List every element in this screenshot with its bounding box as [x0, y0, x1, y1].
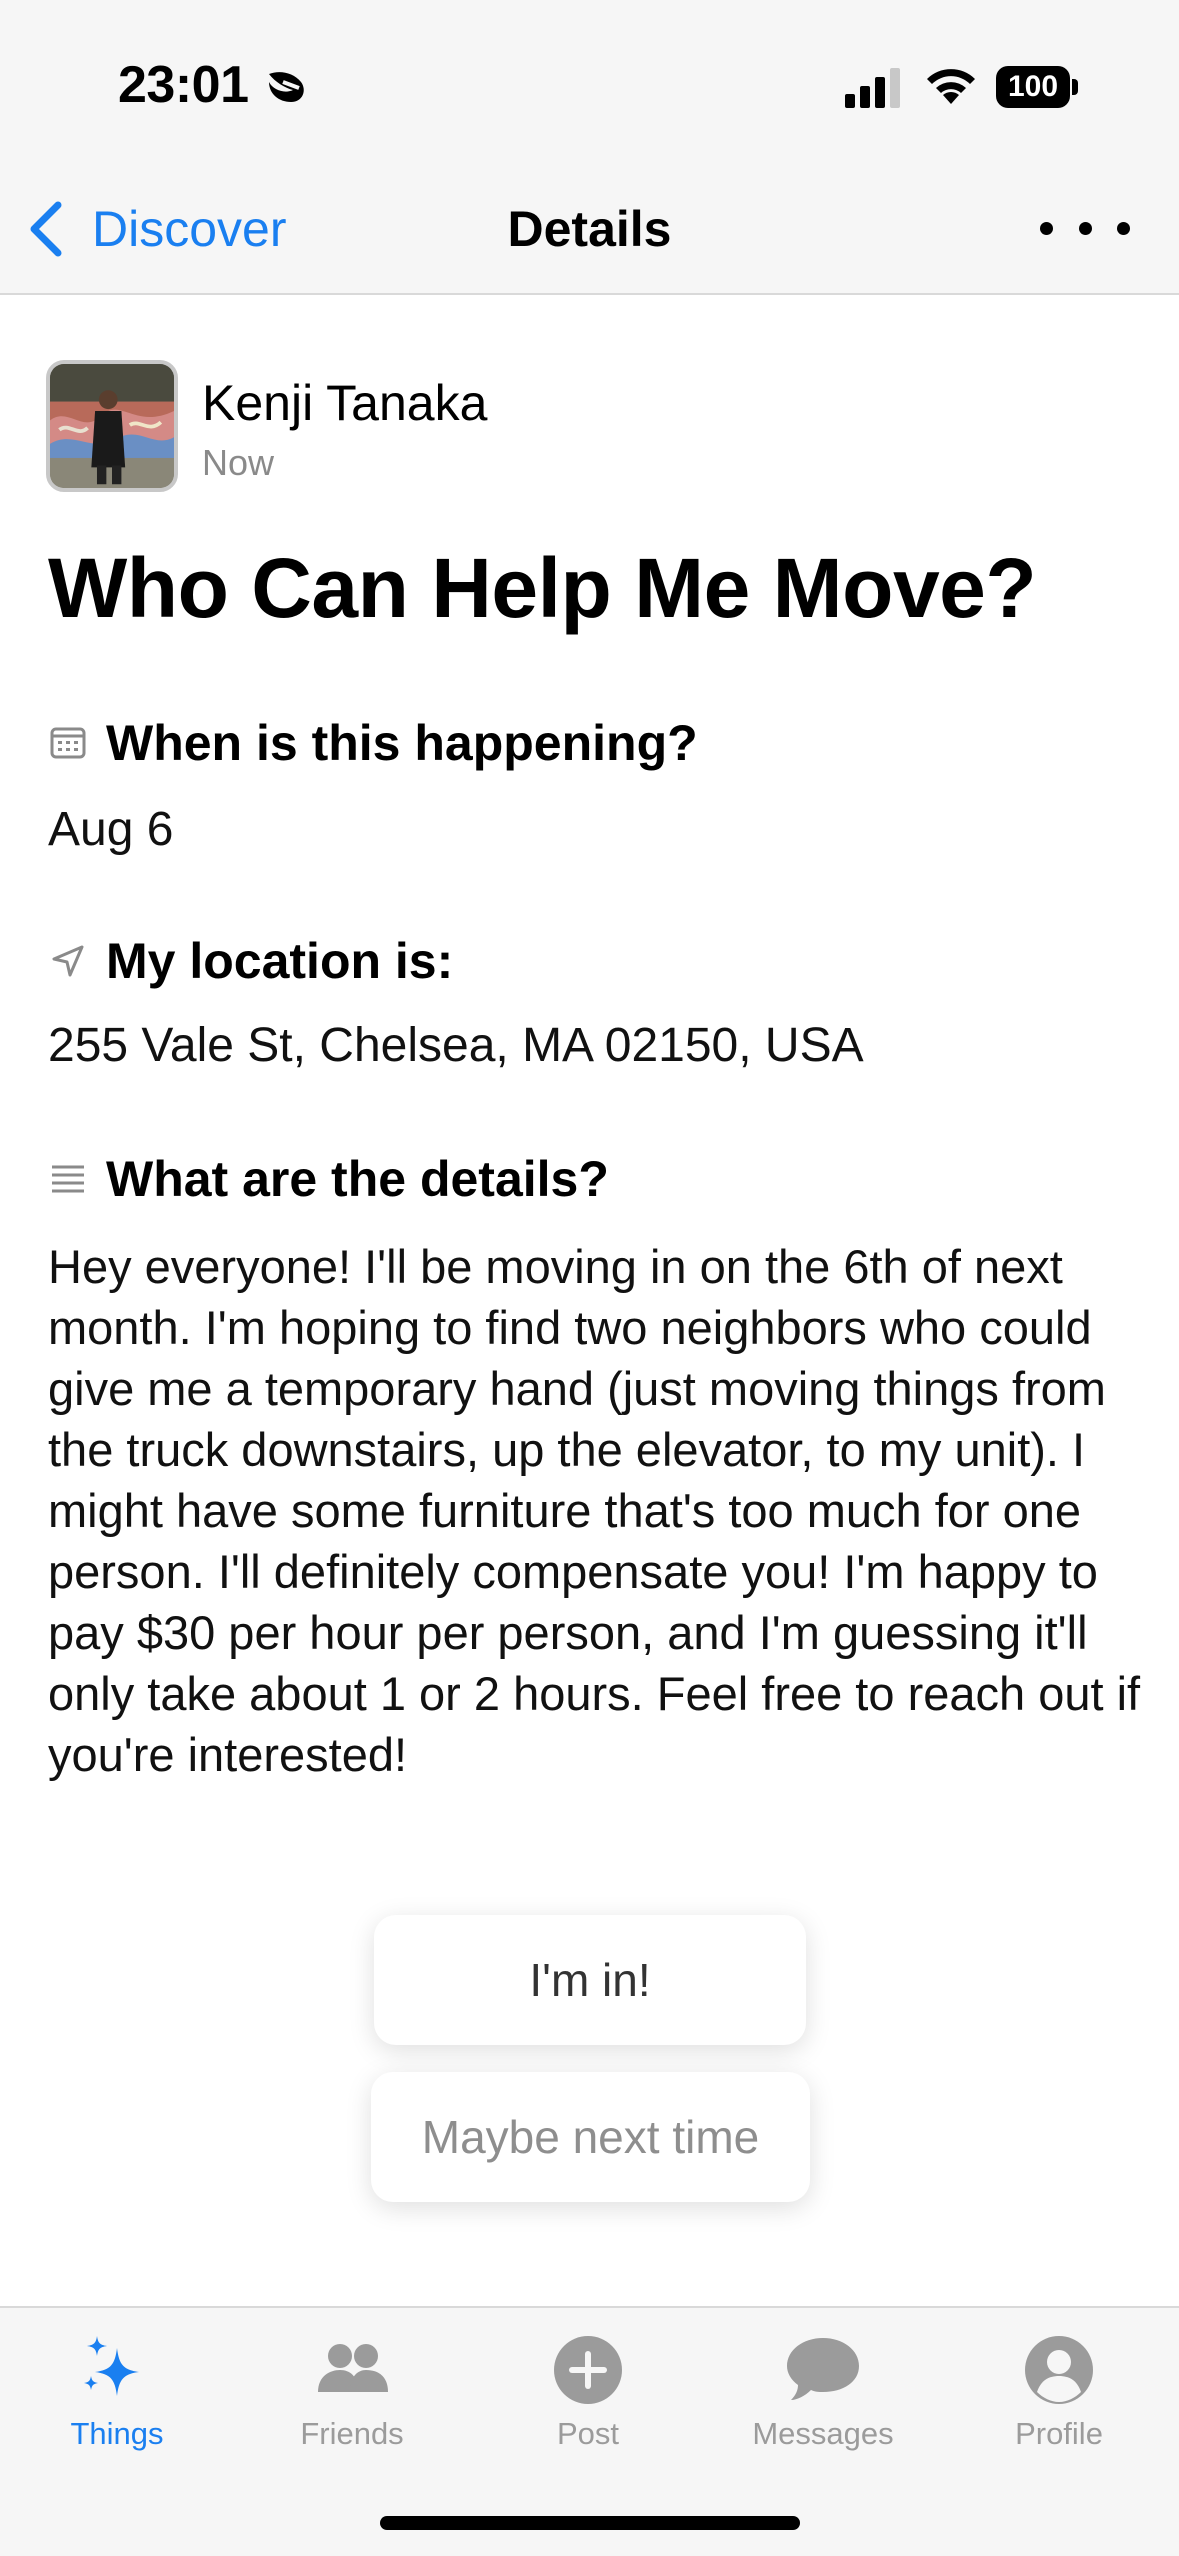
when-heading: When is this happening?	[48, 714, 698, 772]
page-title: Details	[507, 201, 672, 257]
top-area: 23:01 100 Discover Details	[0, 0, 1179, 295]
wifi-icon	[927, 69, 975, 104]
battery-level: 100	[996, 66, 1070, 108]
location-heading: My location is:	[48, 932, 453, 990]
sparkles-icon	[84, 2336, 139, 2396]
tab-post[interactable]: Post	[488, 2308, 688, 2458]
chat-bubble-icon	[787, 2338, 859, 2400]
event-date: Aug 6	[48, 803, 174, 856]
tab-things[interactable]: Things	[17, 2308, 217, 2458]
person-circle-icon	[1025, 2336, 1093, 2404]
details-heading-label: What are the details?	[106, 1151, 609, 1207]
maybe-next-time-button[interactable]: Maybe next time	[371, 2072, 810, 2202]
author-name[interactable]: Kenji Tanaka	[202, 374, 487, 432]
tab-profile[interactable]: Profile	[959, 2308, 1159, 2458]
battery-cap	[1072, 79, 1078, 95]
details-heading: What are the details?	[48, 1150, 609, 1208]
ellipsis-icon[interactable]	[1040, 198, 1130, 258]
calendar-icon	[50, 727, 86, 759]
signal-icon	[845, 68, 900, 108]
plus-circle-icon	[554, 2336, 622, 2404]
people-icon	[318, 2344, 388, 2392]
nav-bar: Discover Details	[0, 170, 1179, 285]
tab-friends[interactable]: Friends	[252, 2308, 452, 2458]
post-title: Who Can Help Me Move?	[48, 541, 1037, 635]
home-indicator[interactable]	[380, 2516, 800, 2530]
post-timestamp: Now	[202, 442, 275, 483]
tab-post-label: Post	[556, 2416, 620, 2451]
location-heading-label: My location is:	[106, 933, 454, 989]
tab-friends-label: Friends	[300, 2416, 404, 2451]
im-in-button[interactable]: I'm in!	[374, 1915, 806, 2045]
tab-messages-label: Messages	[752, 2416, 894, 2451]
location-arrow-icon	[52, 945, 84, 977]
location-address[interactable]: 255 Vale St, Chelsea, MA 02150, USA	[48, 1018, 864, 1073]
battery-icon: 100	[996, 66, 1078, 108]
status-time: 23:01	[118, 56, 249, 114]
tab-messages[interactable]: Messages	[723, 2308, 923, 2458]
avatar[interactable]	[46, 360, 178, 492]
moon-icon	[269, 72, 304, 102]
tab-profile-label: Profile	[1015, 2416, 1103, 2451]
text-lines-icon	[52, 1165, 84, 1193]
when-heading-label: When is this happening?	[106, 715, 698, 771]
details-text: Hey everyone! I'll be moving in on the 6…	[48, 1240, 1141, 1781]
status-bar: 23:01 100	[0, 0, 1179, 160]
tab-things-label: Things	[70, 2416, 164, 2451]
